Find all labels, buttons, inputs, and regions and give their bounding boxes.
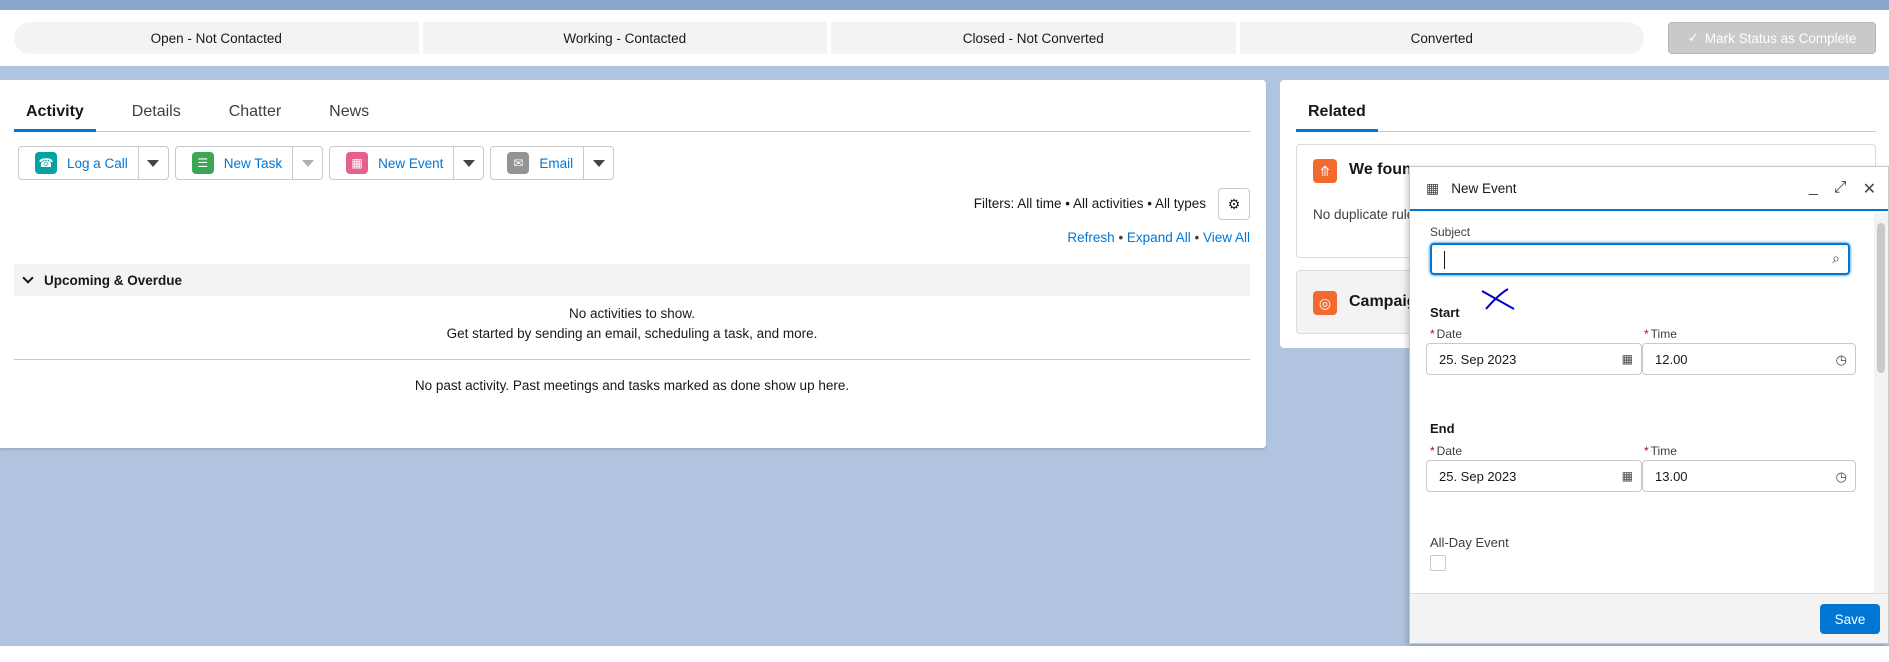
subject-label: Subject bbox=[1430, 225, 1471, 239]
tab-related[interactable]: Related bbox=[1296, 100, 1378, 132]
chevron-down-icon bbox=[22, 272, 34, 284]
chevron-down-icon bbox=[462, 159, 475, 167]
start-time-input[interactable]: 12.00 ◷ bbox=[1642, 343, 1856, 375]
calendar-icon[interactable]: ▦ bbox=[1622, 469, 1633, 483]
email-dropdown[interactable] bbox=[583, 147, 613, 179]
start-time-label: * Time bbox=[1644, 327, 1677, 341]
status-path-bar: Open - Not Contacted Working - Contacted… bbox=[0, 10, 1889, 66]
tab-details[interactable]: Details bbox=[120, 100, 193, 132]
gear-icon: ⚙ bbox=[1227, 195, 1241, 212]
path-stage-closed[interactable]: Closed - Not Converted bbox=[831, 22, 1236, 54]
refresh-link[interactable]: Refresh bbox=[1067, 230, 1114, 245]
new-event-title: New Event bbox=[1451, 180, 1517, 196]
all-day-label: All-Day Event bbox=[1430, 535, 1509, 550]
minimize-icon[interactable]: _ bbox=[1809, 179, 1818, 199]
start-date-label: * Date bbox=[1430, 327, 1463, 341]
path-stage-working[interactable]: Working - Contacted bbox=[422, 22, 827, 54]
new-event-action: ▦ New Event bbox=[329, 146, 485, 180]
campaign-title[interactable]: Campaig bbox=[1349, 293, 1417, 311]
new-task-dropdown[interactable] bbox=[292, 147, 322, 179]
log-call-button[interactable]: ☎ Log a Call bbox=[19, 147, 138, 179]
email-action: ✉ Email bbox=[490, 146, 615, 180]
end-section-title: End bbox=[1430, 421, 1455, 436]
start-section-title: Start bbox=[1430, 305, 1460, 320]
status-path: Open - Not Contacted Working - Contacted… bbox=[14, 22, 1644, 54]
calendar-icon[interactable]: ▦ bbox=[1622, 352, 1633, 366]
log-call-action: ☎ Log a Call bbox=[18, 146, 169, 180]
filters-text: Filters: All time • All activities • All… bbox=[973, 196, 1206, 211]
new-event-button[interactable]: ▦ New Event bbox=[330, 147, 453, 179]
expand-all-link[interactable]: Expand All bbox=[1127, 230, 1191, 245]
path-stage-open[interactable]: Open - Not Contacted bbox=[14, 22, 419, 54]
tab-activity[interactable]: Activity bbox=[14, 100, 96, 132]
activity-panel: Activity Details Chatter News ☎ Log a Ca… bbox=[0, 80, 1266, 448]
subject-input[interactable]: ⌕ bbox=[1430, 243, 1850, 275]
task-icon: ☰ bbox=[191, 152, 214, 174]
mark-status-complete-button[interactable]: ✓ Mark Status as Complete bbox=[1668, 22, 1876, 54]
calendar-icon: ▦ bbox=[346, 152, 369, 174]
timeline-links: Refresh • Expand All • View All bbox=[1067, 230, 1250, 245]
panel-controls: _ ⤢ ✕ bbox=[1809, 179, 1876, 199]
envelope-icon: ✉ bbox=[507, 152, 530, 174]
chevron-down-icon bbox=[147, 159, 160, 167]
scrollbar-thumb[interactable] bbox=[1877, 223, 1885, 373]
checkmark-icon: ✓ bbox=[1687, 30, 1699, 45]
save-button[interactable]: Save bbox=[1820, 604, 1880, 634]
panel-footer: Save bbox=[1410, 593, 1888, 643]
no-past-activity-message: No past activity. Past meetings and task… bbox=[414, 378, 850, 393]
filter-settings-button[interactable]: ⚙ bbox=[1218, 188, 1250, 220]
chevron-down-icon bbox=[592, 159, 605, 167]
calendar-icon: ▦ bbox=[1426, 179, 1440, 196]
duplicate-text: No duplicate rule bbox=[1313, 207, 1415, 222]
search-icon: ⌕ bbox=[1832, 250, 1840, 266]
tab-chatter[interactable]: Chatter bbox=[217, 100, 293, 132]
activity-actions: ☎ Log a Call ☰ New Task ▦ New Event ✉ Em… bbox=[18, 146, 615, 180]
header-strip bbox=[0, 0, 1889, 10]
close-icon[interactable]: ✕ bbox=[1863, 179, 1876, 199]
chevron-down-icon bbox=[301, 159, 314, 167]
expand-icon[interactable]: ⤢ bbox=[1834, 179, 1847, 199]
clock-icon[interactable]: ◷ bbox=[1836, 469, 1847, 485]
duplicate-icon: ⤊ bbox=[1313, 159, 1337, 183]
end-date-input[interactable]: 25. Sep 2023 ▦ bbox=[1426, 460, 1642, 492]
new-event-panel: ▦ New Event _ ⤢ ✕ Subject ⌕ Start * Date … bbox=[1409, 166, 1889, 644]
end-time-label: * Time bbox=[1644, 444, 1677, 458]
view-all-link[interactable]: View All bbox=[1203, 230, 1250, 245]
path-stage-converted[interactable]: Converted bbox=[1239, 22, 1644, 54]
new-event-header: ▦ New Event _ ⤢ ✕ bbox=[1410, 167, 1888, 211]
no-activities-message: No activities to show. Get started by se… bbox=[446, 306, 818, 341]
text-caret bbox=[1444, 251, 1445, 269]
log-call-dropdown[interactable] bbox=[137, 147, 168, 179]
all-day-checkbox[interactable] bbox=[1430, 555, 1446, 571]
divider bbox=[14, 359, 1250, 360]
cursor-mark-icon bbox=[1481, 288, 1515, 310]
email-button[interactable]: ✉ Email bbox=[491, 147, 583, 179]
end-date-label: * Date bbox=[1430, 444, 1463, 458]
new-event-dropdown[interactable] bbox=[453, 147, 483, 179]
phone-icon: ☎ bbox=[35, 152, 57, 174]
related-tabs: Related bbox=[1296, 100, 1876, 132]
tab-news[interactable]: News bbox=[317, 100, 381, 132]
activity-tabs: Activity Details Chatter News bbox=[14, 100, 1250, 132]
upcoming-overdue-header[interactable]: Upcoming & Overdue bbox=[14, 264, 1250, 296]
campaign-icon: ◎ bbox=[1313, 291, 1337, 315]
start-date-input[interactable]: 25. Sep 2023 ▦ bbox=[1426, 343, 1642, 375]
utility-bar bbox=[0, 646, 1889, 662]
end-time-input[interactable]: 13.00 ◷ bbox=[1642, 460, 1856, 492]
new-task-action: ☰ New Task bbox=[174, 146, 324, 180]
new-task-button[interactable]: ☰ New Task bbox=[176, 147, 292, 179]
panel-scrollbar[interactable] bbox=[1874, 213, 1888, 593]
clock-icon[interactable]: ◷ bbox=[1836, 352, 1847, 368]
duplicate-title: We foun bbox=[1349, 161, 1412, 178]
